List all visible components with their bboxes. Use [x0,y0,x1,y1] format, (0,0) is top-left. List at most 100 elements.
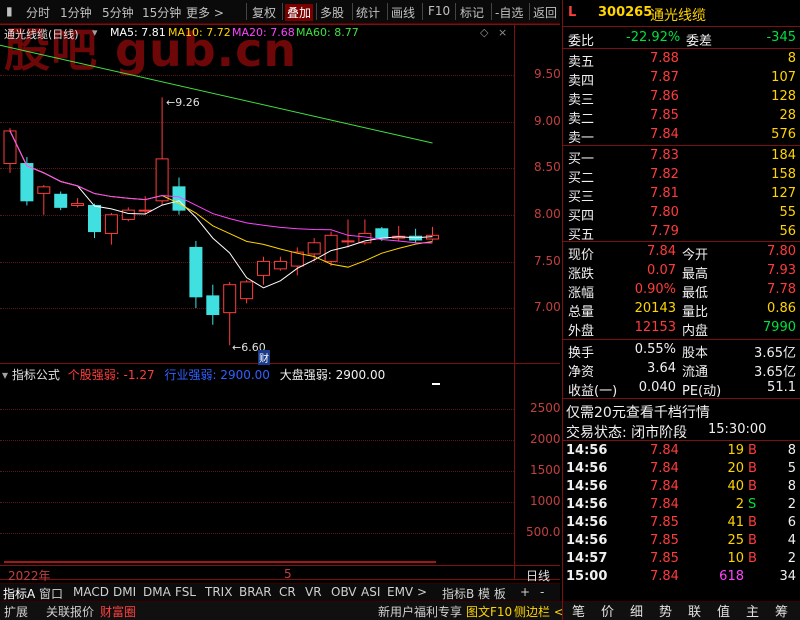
biaoji-button[interactable]: 标记 [460,4,484,21]
market-strength: 大盘强弱: 2900.00 [279,368,386,382]
f10-button[interactable]: F10 [428,4,450,18]
panel-tab[interactable]: 细 [630,601,643,620]
ask-row[interactable]: 卖四 7.87 107 [562,69,800,89]
tick-time: 14:56 [566,479,608,494]
tick-volume: 19 [727,443,744,458]
stat-label: 总量 [568,305,595,320]
panel-tab[interactable]: 筹 [775,601,788,620]
candle-body [54,193,68,208]
tick-direction: B [748,479,757,494]
indicator-tab[interactable]: TRIX [205,585,232,599]
settings-diamond-icon[interactable]: ◇ [480,26,488,39]
bid-label: 买四 [568,209,595,224]
indicator-tab[interactable]: VR [305,585,322,599]
indicator-tab[interactable]: MACD [73,585,109,599]
finance-event-marker[interactable]: 财 [258,350,270,365]
candle-body [273,260,287,270]
f10-graphic-button[interactable]: 图文F10 [466,603,512,620]
bid-row[interactable]: 买三 7.81 127 [562,185,800,205]
status-related-quote[interactable]: 关联报价 [46,603,94,620]
promo-text[interactable]: 仅需20元查看千档行情 [566,402,710,422]
indicator-tab[interactable]: OBV [331,585,357,599]
market-flag: L [568,5,577,20]
indicator-tab[interactable]: BRAR [239,585,272,599]
indicator-formula-label[interactable]: 指标公式 [12,368,60,382]
ask-row[interactable]: 卖五 7.88 8 [562,50,800,70]
indicator-tick: 2000 [530,432,561,446]
candle-body [155,158,169,202]
panel-tab[interactable]: 值 [717,601,730,620]
bid-row[interactable]: 买二 7.82 158 [562,166,800,186]
ask-row[interactable]: 卖三 7.86 128 [562,88,800,108]
bid-volume: 158 [771,167,796,182]
bid-row[interactable]: 买四 7.80 55 [562,204,800,224]
panel-tab[interactable]: 主 [746,601,759,620]
indicator-tick: 2500 [530,401,561,415]
candle-body [223,284,237,314]
candle-body [104,214,118,234]
stat-value: 0.86 [767,301,796,316]
dropdown-icon[interactable]: ▾ [92,26,98,39]
tick-row: 14:56 7.84 20 B 5 [562,460,800,478]
indicator-tab[interactable]: ASI [361,585,380,599]
candle-body [3,130,17,165]
tick-time: 14:56 [566,443,608,458]
quote-panel: L 300265 通光线缆 委比 -22.92% 委差 -345 卖五 7.88 8… [562,0,800,620]
stat-label: 量比 [682,305,709,320]
panel-tab[interactable]: 势 [659,601,672,620]
fund-row: 净资 3.64 流通 3.65亿 [562,360,800,380]
indicator-tab[interactable]: - [540,585,544,599]
new-user-promo[interactable]: 新用户福利专享 [378,603,462,620]
ask-row[interactable]: 卖二 7.85 28 [562,107,800,127]
indicator-tab[interactable]: + [520,585,530,599]
indicator-dropdown-icon[interactable]: ▾ [2,368,8,382]
indicator-tick: 500.0 [526,525,561,539]
tick-volume: 618 [719,569,744,584]
sidebar-toggle[interactable]: 侧边栏 < [514,603,564,620]
fund-value: 3.65亿 [754,365,796,380]
stat-row: 涨幅 0.90% 最低 7.78 [562,281,800,301]
candle-body [206,295,220,316]
bid-row[interactable]: 买一 7.83 184 [562,147,800,167]
indicator-tab[interactable]: 模 板 [478,585,506,602]
stat-value: 0.07 [647,263,676,278]
bid-row[interactable]: 买五 7.79 56 [562,223,800,243]
panel-tab[interactable]: 联 [688,601,701,620]
indicator-tab[interactable]: 指标B [442,585,474,602]
tongji-button[interactable]: 统计 [356,4,380,21]
tick-volume: 2 [735,497,744,512]
huaxian-button[interactable]: 画线 [391,4,415,21]
year-label: 2022年 [8,569,51,583]
stat-value: 0.90% [634,282,676,297]
weicha-value: -345 [766,30,796,45]
status-expand[interactable]: 扩展 [4,603,28,620]
stat-value: 7.78 [767,282,796,297]
fund-label: 股本 [682,346,709,361]
back-button[interactable]: 返回 [533,4,557,21]
indicator-tab[interactable]: 指标A [3,585,35,602]
stat-row: 涨跌 0.07 最高 7.93 [562,262,800,282]
promo-row[interactable]: 仅需20元查看千档行情 [562,401,800,422]
indicator-tab[interactable]: > [417,585,427,599]
panel-tab[interactable]: 笔 [572,601,585,620]
duogu-button[interactable]: 多股 [320,4,344,21]
ma20-label: MA20: 7.68 [232,26,295,39]
indicator-tab[interactable]: DMI [113,585,136,599]
indicator-tab[interactable]: 窗口 [39,585,63,602]
indicator-tab[interactable]: EMV [387,585,413,599]
stat-label: 最低 [682,286,709,301]
panel-tab[interactable]: 价 [601,601,614,620]
ask-label: 卖三 [568,93,595,108]
zixuan-button[interactable]: -自选 [495,4,523,21]
ask-label: 卖二 [568,112,595,127]
stat-value: 7.93 [767,263,796,278]
fund-value: 3.64 [647,361,676,376]
indicator-tab[interactable]: FSL [175,585,196,599]
indicator-tab[interactable]: DMA [143,585,171,599]
close-icon[interactable]: × [498,26,507,39]
ask-volume: 576 [771,127,796,142]
status-fortune-circle[interactable]: 财富圈 [100,603,136,620]
ask-row[interactable]: 卖一 7.84 576 [562,126,800,146]
ask-volume: 107 [771,70,796,85]
indicator-tab[interactable]: CR [279,585,296,599]
